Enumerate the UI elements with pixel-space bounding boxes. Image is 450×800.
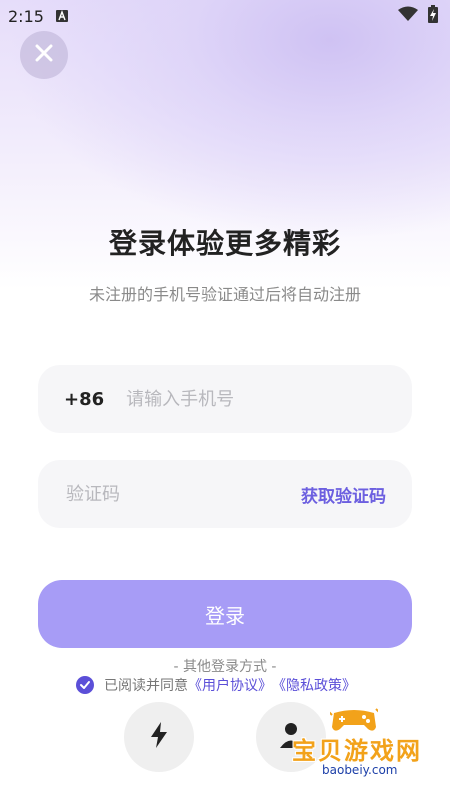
user-agreement-link[interactable]: 《用户协议》	[188, 675, 272, 695]
close-button[interactable]	[20, 31, 68, 79]
watermark-domain: baobeiy.com	[322, 763, 398, 777]
checkbox-checked-icon[interactable]	[76, 676, 94, 694]
quick-login-button[interactable]	[124, 702, 194, 772]
page-title: 登录体验更多精彩	[108, 227, 341, 260]
agreement-row: 已阅读并同意 《用户协议》 《隐私政策》	[76, 675, 356, 695]
page-subtitle: 未注册的手机号验证通过后将自动注册	[88, 285, 361, 304]
verification-code-input[interactable]	[64, 482, 301, 506]
get-code-button[interactable]: 获取验证码	[301, 482, 386, 507]
code-field[interactable]: 获取验证码	[38, 460, 412, 528]
other-login-label: - 其他登录方式 -	[173, 659, 277, 675]
login-button[interactable]: 登录	[38, 580, 412, 648]
lightning-icon	[148, 721, 170, 753]
status-time: 2:15	[8, 6, 44, 26]
battery-charging-icon	[428, 5, 438, 27]
country-code[interactable]: +86	[64, 389, 104, 410]
android-a-icon	[55, 7, 68, 26]
close-icon	[35, 44, 53, 66]
privacy-policy-link[interactable]: 《隐私政策》	[272, 675, 356, 695]
status-bar: 2:15	[0, 0, 450, 32]
agreement-prefix: 已阅读并同意	[104, 678, 188, 694]
wifi-icon	[398, 6, 418, 26]
phone-field[interactable]: +86	[38, 365, 412, 433]
phone-input[interactable]	[124, 387, 386, 411]
watermark: 宝贝游戏网 baobeiy.com	[292, 705, 442, 785]
watermark-text: 宝贝游戏网	[292, 737, 422, 765]
